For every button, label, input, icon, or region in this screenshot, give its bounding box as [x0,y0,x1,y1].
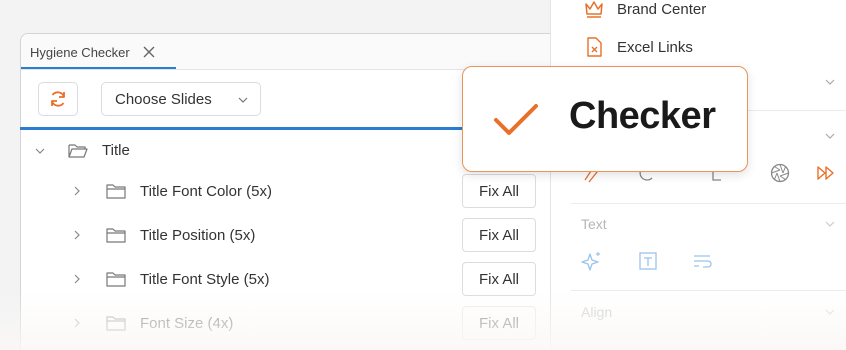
crown-icon [585,1,603,18]
ribbon-item-brand-center[interactable]: Brand Center [583,0,706,20]
callout-label: Checker [569,95,716,137]
tree-row-label: Title Font Style (5x) [140,271,270,288]
checkmark-icon [494,104,538,135]
choose-slides-dropdown[interactable]: Choose Slides [101,82,261,116]
folder-icon [106,184,126,199]
folder-open-icon [68,144,88,158]
chevron-right-icon[interactable] [72,230,82,240]
chevron-down-icon[interactable] [35,146,45,156]
refresh-button[interactable] [38,82,78,116]
tree-row-label: Title Font Color (5x) [140,183,272,200]
fix-all-button[interactable]: Fix All [462,174,536,208]
fix-all-button[interactable]: Fix All [462,262,536,296]
chevron-right-icon[interactable] [72,318,82,328]
tree-row-label: Title Position (5x) [140,227,256,244]
folder-icon [106,316,126,331]
close-icon[interactable] [142,45,156,59]
tab-hygiene-checker[interactable]: Hygiene Checker [21,34,176,70]
active-tab-indicator [21,67,176,69]
excel-file-icon [587,37,602,57]
tree-row[interactable]: Title Position (5x) Fix All [20,213,560,257]
refresh-icon [51,91,65,107]
folder-icon [106,228,126,243]
chevron-down-icon[interactable] [824,76,836,88]
ribbon-item-label: Brand Center [617,0,707,18]
ribbon-panel: Brand Center Excel Links Text Align [550,0,846,350]
tab-bar: Hygiene Checker ? [21,34,564,70]
chevron-right-icon[interactable] [72,186,82,196]
fix-all-button[interactable]: Fix All [462,218,536,252]
fix-all-button[interactable]: Fix All [462,306,536,340]
checker-callout: Checker [462,66,748,172]
ribbon-item-label: Excel Links [617,38,693,56]
section-divider [571,203,846,204]
section-divider [571,290,846,291]
choose-slides-label: Choose Slides [115,90,212,108]
chevron-down-icon[interactable] [824,130,836,142]
chevron-down-icon [238,97,248,103]
chevron-down-icon[interactable] [824,218,836,230]
text-wrap-icon[interactable] [691,250,713,272]
text-box-icon[interactable] [637,250,659,272]
sparkle-icon[interactable] [581,250,603,272]
chevron-right-icon[interactable] [72,274,82,284]
tree-row[interactable]: Title Font Style (5x) Fix All [20,257,560,301]
tab-label: Hygiene Checker [30,44,130,60]
tree-row-label: Font Size (4x) [140,315,234,332]
tree-row[interactable]: Font Size (4x) Fix All [20,301,560,345]
section-label-text: Text [581,216,607,232]
ribbon-item-excel-links[interactable]: Excel Links [583,36,693,58]
tree-row[interactable]: Title Font Color (5x) Fix All [20,169,560,213]
folder-icon [106,272,126,287]
section-label-align: Align [581,304,613,320]
aperture-icon[interactable] [769,162,791,184]
fast-forward-icon[interactable] [815,162,837,184]
chevron-down-icon[interactable] [824,306,836,318]
tree-node-label: Title [102,142,130,159]
